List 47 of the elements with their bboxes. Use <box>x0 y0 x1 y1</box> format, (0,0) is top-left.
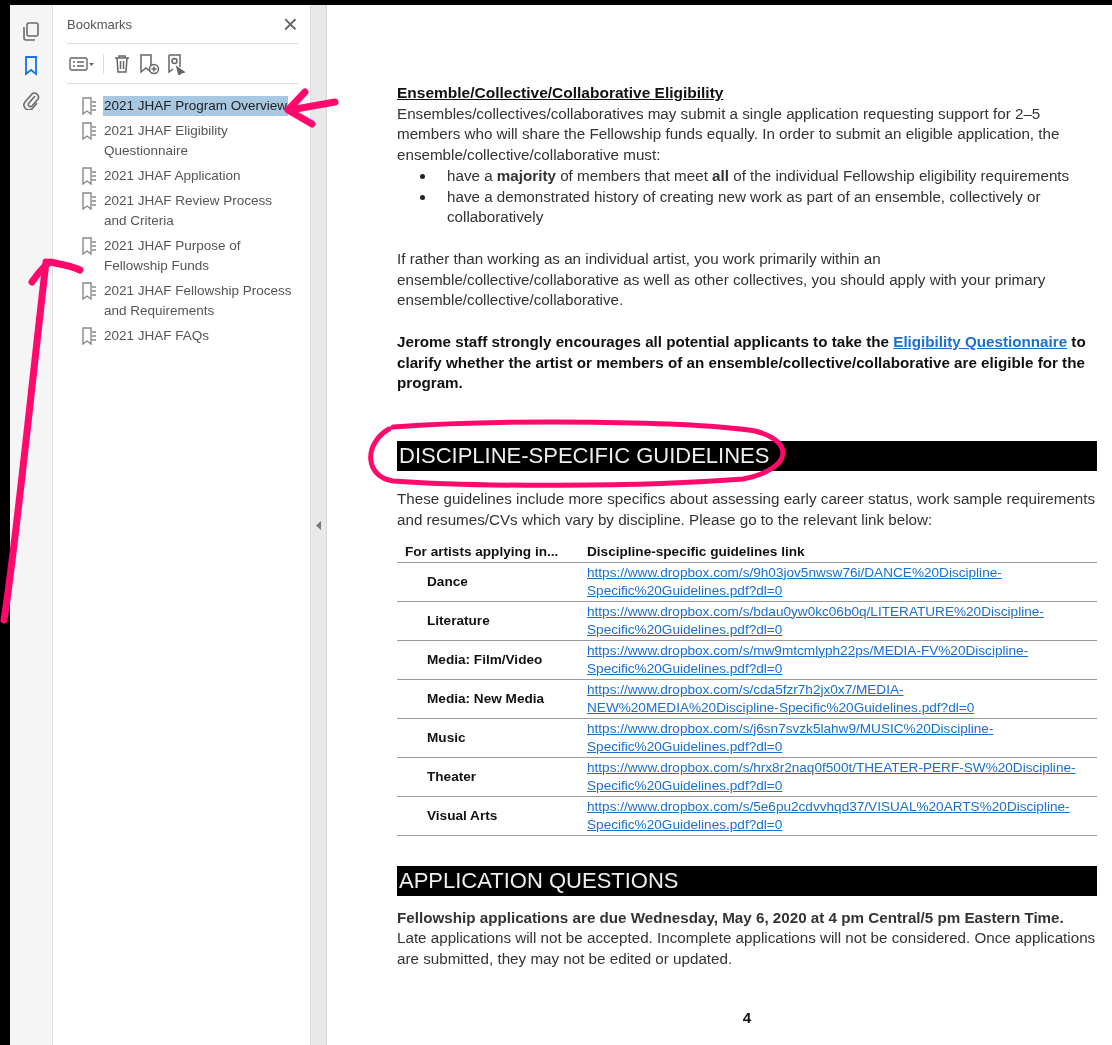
body-paragraph: These guidelines include more specifics about assessing early career status, work sample requirements and resumes/CVs which vary by discipline. Please go to the relevant link below: <box>397 489 1097 530</box>
bookmark-item[interactable]: 2021 JHAF FAQs <box>81 326 298 346</box>
discipline-cell: Visual Arts <box>397 796 579 836</box>
bullet-icon <box>420 173 425 179</box>
bookmark-item[interactable]: 2021 JHAF Review Process and Criteria <box>81 191 298 231</box>
collapse-arrow-icon[interactable] <box>315 520 322 530</box>
options-menu-button[interactable] <box>69 54 95 73</box>
page-number: 4 <box>741 1007 753 1028</box>
add-bookmark-icon[interactable] <box>138 52 160 75</box>
section-heading: DISCIPLINE-SPECIFIC GUIDELINES <box>397 441 1097 472</box>
bullet-text: have a demonstrated history of creating new work as part of an ensemble, collectively or collaboratively <box>447 187 1041 226</box>
bullet-icon <box>420 194 425 200</box>
bookmark-item[interactable]: 2021 JHAF Application <box>81 166 298 186</box>
bookmark-page-icon <box>81 192 98 210</box>
questionnaire-link[interactable]: Eligibility Questionnaire <box>893 333 1068 351</box>
bookmark-item[interactable]: 2021 JHAF Purpose of Fellowship Funds <box>81 236 298 276</box>
section-heading: APPLICATION QUESTIONS <box>397 865 1097 896</box>
bookmark-page-icon <box>81 327 98 345</box>
paperclip-icon <box>22 90 40 110</box>
body-paragraph: Fellowship applications are due Wednesday, May 6, 2020 at 4 pm Central/5 pm Eastern Time. Late applications will not be accepted. Incomplete applications will not be considered. Once applications are submitted, they may not be edited or updated. <box>397 907 1097 969</box>
section-subheading: Ensemble/Collective/Collaborative Eligibility <box>397 83 725 103</box>
bookmark-page-icon <box>81 97 98 115</box>
close-button[interactable]: × <box>282 11 298 37</box>
discipline-cell: Media: New Media <box>397 679 579 719</box>
bookmark-page-icon <box>81 167 98 185</box>
discipline-cell: Music <box>397 718 579 758</box>
column-header: For artists applying in... <box>397 540 579 563</box>
discipline-cell: Dance <box>397 562 579 602</box>
pages-icon <box>22 22 40 42</box>
bookmark-icon <box>24 56 38 76</box>
callout-paragraph: Jerome staff strongly encourages all potential applicants to take the Eligibility Questionnaire to clarify whether the artist or members of an ensemble/collective/collaborative are eligible for the program. <box>397 332 1087 394</box>
discipline-cell: Theater <box>397 757 579 797</box>
find-bookmark-icon[interactable] <box>166 52 188 75</box>
bookmark-item[interactable]: 2021 JHAF Fellowship Process and Requirements <box>81 281 298 321</box>
delete-icon[interactable] <box>112 53 132 74</box>
bullet-text: have a majority of members that meet all of the individual Fellowship eligibility requirements <box>447 166 1070 184</box>
panel-title: Bookmarks <box>67 16 133 32</box>
guidelines-link[interactable]: https://www.dropbox.com/s/5e6pu2cdvvhqd37/VISUAL%20ARTS%20Discipline-Specific%20Guidelines.pdf?dl=0 <box>587 797 1093 834</box>
body-paragraph: If rather than working as an individual artist, you work primarily within an ensemble/collective/collaborative as well as other collectives, you should apply with your primary ensemble/collective/collaborative. <box>397 248 1047 311</box>
discipline-cell: Literature <box>397 601 579 641</box>
bookmark-item[interactable]: 2021 JHAF Eligibility Questionnaire <box>81 121 298 161</box>
bookmark-page-icon <box>81 122 98 140</box>
bookmark-page-icon <box>81 282 98 300</box>
bookmark-page-icon <box>81 237 98 255</box>
discipline-cell: Media: Film/Video <box>397 640 579 680</box>
column-header: Discipline-specific guidelines link <box>579 540 1097 563</box>
body-paragraph: Ensembles/collectives/collaboratives may submit a single application requesting support for 2–5 members who will share the Fellowship funds equally. In order to submit an eligible application, the ensemble/collective/collaborative must: <box>397 103 1061 166</box>
